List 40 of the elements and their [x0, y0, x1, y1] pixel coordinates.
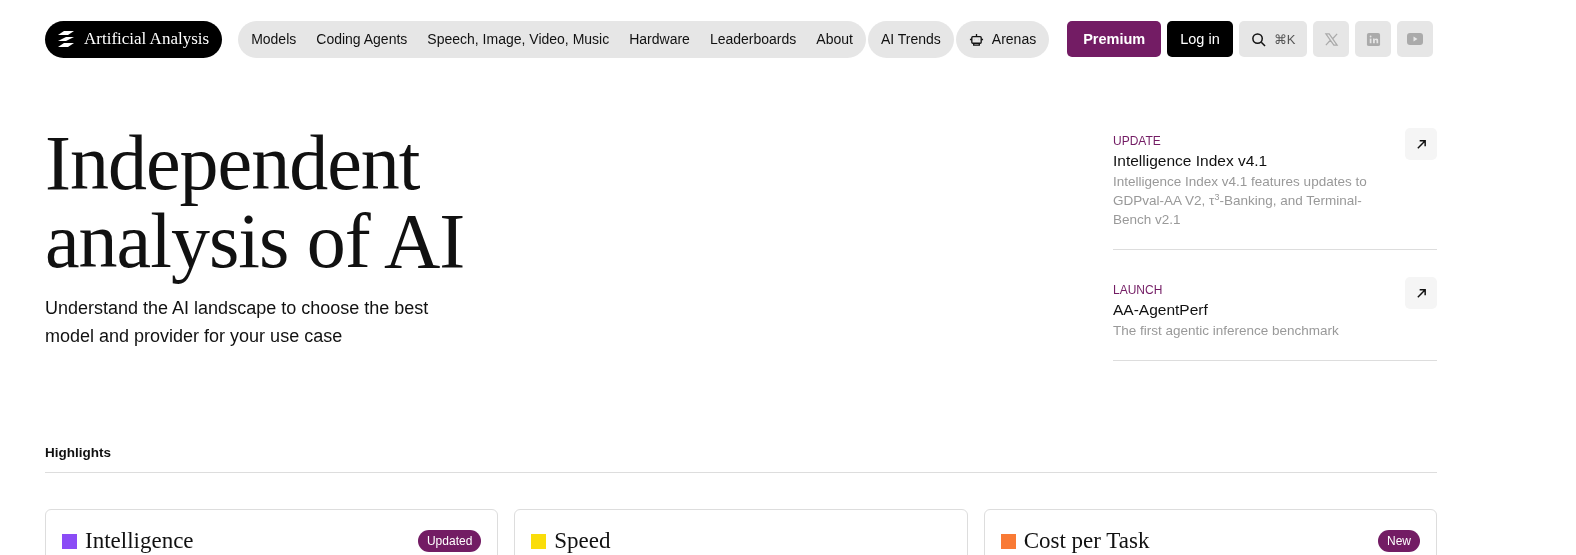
search-button[interactable]: ⌘K [1238, 21, 1308, 57]
arrow-icon [1415, 287, 1427, 299]
logo[interactable]: Artificial Analysis [45, 20, 223, 58]
hero-title: Independent analysis of AI [45, 124, 465, 286]
news-title[interactable]: AA-AgentPerf [1113, 301, 1383, 319]
logo-icon [56, 29, 76, 49]
news-title[interactable]: Intelligence Index v4.1 [1113, 152, 1383, 170]
nav-link[interactable]: About [806, 20, 863, 58]
linkedin-button[interactable] [1355, 21, 1392, 57]
status-badge: New [1378, 530, 1420, 552]
robot-icon [968, 31, 984, 47]
status-badge: Updated [417, 530, 482, 552]
premium-button[interactable]: Premium [1067, 21, 1162, 57]
nav-link[interactable]: AI Trends [870, 20, 951, 58]
play-icon [1407, 33, 1424, 45]
x-icon [1323, 31, 1339, 47]
logo-text: Artificial Analysis [84, 29, 210, 49]
open-link-button[interactable] [1405, 128, 1437, 160]
hero-subtitle: Understand the AI landscape to choose the best model and provider for your use case [45, 297, 430, 348]
section-heading: Highlights [45, 445, 1437, 473]
news-description: Intelligence Index v4.1 features updates to GDPval-AA V2, τ$^{3}$-Banking, and Terminal-Bench v2.1 [1113, 173, 1368, 229]
x-social-button[interactable] [1313, 21, 1350, 57]
news-tag: LAUNCH [1113, 283, 1383, 297]
nav-link[interactable]: Coding Agents [306, 20, 418, 58]
nav-link[interactable]: Hardware [619, 20, 700, 58]
login-button[interactable]: Log in [1167, 21, 1233, 57]
search-icon [1250, 31, 1266, 47]
nav-link[interactable]: Speech, Image, Video, Music [417, 20, 620, 58]
news-description: The first agentic inference benchmark [1113, 322, 1340, 340]
card-title: Cost per Task [1023, 528, 1151, 554]
news-tag: UPDATE [1113, 134, 1383, 148]
youtube-button[interactable] [1397, 21, 1434, 57]
nav-link[interactable]: Models [241, 20, 307, 58]
card-title: Intelligence [85, 528, 195, 554]
card-title: Speed [554, 528, 612, 554]
nav-link[interactable]: Leaderboards [699, 20, 807, 58]
open-link-button[interactable] [1405, 277, 1437, 309]
nav-link[interactable]: Arenas [958, 20, 1047, 58]
linkedin-icon [1365, 31, 1381, 47]
arrow-icon [1415, 138, 1427, 150]
